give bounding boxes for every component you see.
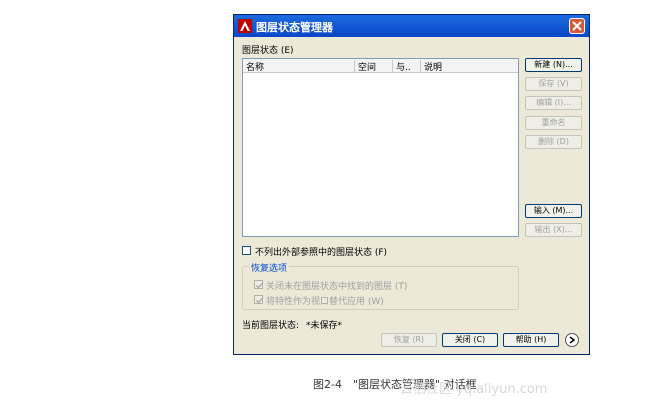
- close-dialog-button[interactable]: 关闭 (C): [442, 333, 498, 347]
- restore-options-title: 恢复选项: [249, 261, 290, 274]
- delete-button[interactable]: 删除 (D): [525, 135, 582, 149]
- viewport-override-checkbox[interactable]: [254, 295, 263, 304]
- turn-off-layers-label: 关闭未在图层状态中找到的图层 (T): [266, 282, 408, 292]
- layer-states-manager-dialog: 图层状态管理器 图层状态 (E) 名称 空间 与.. 说明 新建 (N)... …: [233, 14, 590, 355]
- help-button[interactable]: 帮助 (H): [503, 333, 559, 347]
- export-button[interactable]: 输出 (X)...: [525, 223, 582, 237]
- close-button[interactable]: [569, 18, 585, 34]
- title-bar[interactable]: 图层状态管理器: [234, 15, 589, 37]
- import-button[interactable]: 输入 (M)...: [525, 204, 582, 218]
- layer-states-label: 图层状态 (E): [242, 46, 294, 56]
- check-icon: [256, 282, 263, 289]
- current-state-label: 当前图层状态:: [242, 321, 300, 331]
- column-space[interactable]: 空间: [355, 60, 393, 73]
- exclude-xref-checkbox[interactable]: [242, 246, 251, 255]
- more-options-button[interactable]: [565, 333, 579, 347]
- new-button[interactable]: 新建 (N)...: [525, 58, 582, 72]
- exclude-xref-label: 不列出外部参照中的图层状态 (F): [255, 248, 388, 258]
- save-button[interactable]: 保存 (V): [525, 77, 582, 91]
- turn-off-layers-checkbox[interactable]: [254, 280, 263, 289]
- check-icon: [256, 297, 263, 304]
- edit-button[interactable]: 编辑 (I)...: [525, 96, 582, 110]
- column-name[interactable]: 名称: [243, 60, 355, 73]
- watermark: 云栖社区 yq.aliyun.com: [400, 382, 548, 397]
- chevron-right-icon: [569, 336, 576, 344]
- autocad-logo-icon: [238, 19, 252, 33]
- column-description[interactable]: 说明: [421, 60, 518, 73]
- current-state-value: *未保存*: [306, 321, 343, 331]
- restore-button[interactable]: 恢复 (R): [381, 333, 437, 347]
- column-same-as-db[interactable]: 与..: [393, 60, 421, 73]
- close-icon: [572, 21, 582, 31]
- layer-states-list[interactable]: 名称 空间 与.. 说明: [242, 58, 519, 237]
- list-header: 名称 空间 与.. 说明: [243, 59, 518, 73]
- dialog-title: 图层状态管理器: [256, 21, 333, 34]
- viewport-override-label: 将特性作为视口替代应用 (W): [266, 297, 384, 307]
- rename-button[interactable]: 重命名: [525, 116, 582, 130]
- restore-options-group: 恢复选项 关闭未在图层状态中找到的图层 (T) 将特性作为视口替代应用 (W): [242, 261, 519, 310]
